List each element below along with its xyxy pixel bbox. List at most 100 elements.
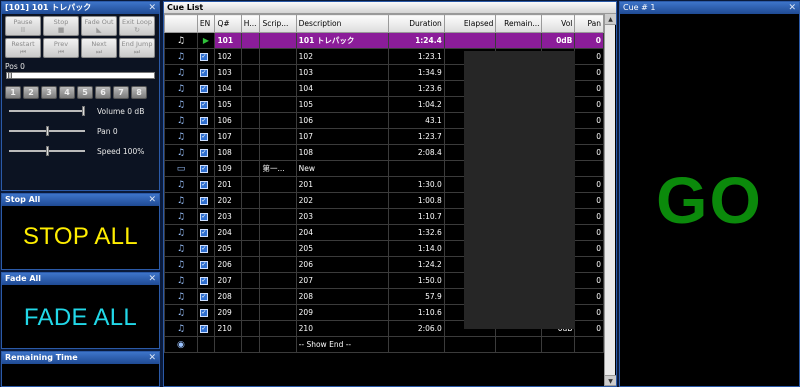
position-slider[interactable] xyxy=(6,72,155,79)
enabled-checkbox[interactable]: ✓ xyxy=(199,117,208,125)
pan-cell: 0 xyxy=(574,48,604,65)
enabled-cell: ✓ xyxy=(196,128,216,145)
script-cell xyxy=(259,32,297,49)
hotkey-button-3[interactable]: 3 xyxy=(41,86,57,99)
transport-button-restart[interactable]: Restart ⏮ xyxy=(5,38,41,58)
cue-list-title: Cue List xyxy=(164,2,616,14)
enabled-checkbox[interactable]: ✓ xyxy=(199,101,208,109)
transport-button-fade-out[interactable]: Fade Out ◣ xyxy=(81,16,117,36)
table-row[interactable]: ♫ ▶ 101 101 トレパック 1:24.4 0dB 0 xyxy=(164,32,604,49)
go-button[interactable]: GO xyxy=(620,162,799,238)
enabled-checkbox[interactable]: ✓ xyxy=(199,213,208,221)
close-icon[interactable]: ✕ xyxy=(788,2,796,14)
enabled-checkbox[interactable]: ✓ xyxy=(199,133,208,141)
hotkey-button-8[interactable]: 8 xyxy=(131,86,147,99)
cue-number: 108 xyxy=(214,144,242,161)
hotkey-button-5[interactable]: 5 xyxy=(77,86,93,99)
music-icon: ♫ xyxy=(164,256,198,273)
transport-button-exit-loop[interactable]: Exit Loop ↻ xyxy=(119,16,155,36)
description-cell: 105 xyxy=(295,96,389,113)
column-header-duration[interactable]: Duration xyxy=(387,14,445,33)
pan-cell: 0 xyxy=(574,272,604,289)
enabled-checkbox[interactable]: ✓ xyxy=(199,85,208,93)
play-icon: ▶ xyxy=(202,36,210,46)
description-cell: 206 xyxy=(295,256,389,273)
go-panel-title-text: Cue # 1 xyxy=(623,3,656,12)
transport-button-pause[interactable]: Pause II xyxy=(5,16,41,36)
close-icon[interactable]: ✕ xyxy=(148,273,156,285)
enabled-checkbox[interactable]: ✓ xyxy=(199,325,208,333)
hotkey-button-7[interactable]: 7 xyxy=(113,86,129,99)
remaining-cell xyxy=(495,32,543,49)
column-header-en[interactable]: EN xyxy=(196,14,216,33)
transport-button-end-jump[interactable]: End Jump ⏭ xyxy=(119,38,155,58)
description-cell: 106 xyxy=(295,112,389,129)
enabled-checkbox[interactable]: ✓ xyxy=(199,245,208,253)
scroll-up-icon[interactable]: ▲ xyxy=(605,14,616,25)
hotkey-button-1[interactable]: 1 xyxy=(5,86,21,99)
music-icon: ♫ xyxy=(164,224,198,241)
enabled-cell: ✓ xyxy=(196,96,216,113)
description-cell: 202 xyxy=(295,192,389,209)
enabled-checkbox[interactable]: ✓ xyxy=(199,53,208,61)
enabled-checkbox[interactable]: ✓ xyxy=(199,309,208,317)
description-cell: 207 xyxy=(295,272,389,289)
cue-number: 106 xyxy=(214,112,242,129)
enabled-checkbox[interactable]: ✓ xyxy=(199,181,208,189)
pan-knob[interactable] xyxy=(45,126,49,136)
transport-button-next[interactable]: Next ⏭ xyxy=(81,38,117,58)
music-icon: ♫ xyxy=(164,96,198,113)
cue-number: 104 xyxy=(214,80,242,97)
transport-button-stop[interactable]: Stop ■ xyxy=(43,16,79,36)
fade-all-button[interactable]: FADE ALL xyxy=(2,285,159,332)
close-icon[interactable]: ✕ xyxy=(148,194,156,206)
transport-label: Pause xyxy=(13,18,33,26)
column-header-h[interactable]: H... xyxy=(240,14,261,33)
volume-knob[interactable] xyxy=(82,106,85,116)
duration-cell: 2:06.0 xyxy=(387,320,445,337)
hotkey-button-4[interactable]: 4 xyxy=(59,86,75,99)
enabled-checkbox[interactable]: ✓ xyxy=(199,69,208,77)
column-header-remain[interactable]: Remain... xyxy=(495,14,543,33)
enabled-checkbox[interactable]: ✓ xyxy=(199,165,208,173)
column-header-description[interactable]: Description xyxy=(295,14,389,33)
speed-slider[interactable] xyxy=(9,146,85,156)
duration-cell: 1:32.6 xyxy=(387,224,445,241)
type-column-header[interactable] xyxy=(164,14,198,33)
script-cell xyxy=(259,208,297,225)
enabled-checkbox[interactable]: ✓ xyxy=(199,277,208,285)
pan-slider[interactable] xyxy=(9,126,85,136)
enabled-checkbox[interactable]: ✓ xyxy=(199,149,208,157)
speed-knob[interactable] xyxy=(45,146,49,156)
volume-slider[interactable] xyxy=(9,106,85,116)
hotkey-button-6[interactable]: 6 xyxy=(95,86,111,99)
show-end-row[interactable]: ◉ -- Show End -- xyxy=(164,336,604,353)
show-end-icon: ◉ xyxy=(164,336,198,353)
close-icon[interactable]: ✕ xyxy=(148,2,156,14)
hotkey-cell xyxy=(240,320,261,337)
vertical-scrollbar[interactable]: ▲ ▼ xyxy=(604,14,616,386)
music-icon: ♫ xyxy=(164,176,198,193)
enabled-checkbox[interactable]: ✓ xyxy=(199,293,208,301)
cue-number: 206 xyxy=(214,256,242,273)
position-thumb[interactable] xyxy=(8,72,12,79)
enabled-checkbox[interactable]: ✓ xyxy=(199,229,208,237)
column-header-vol[interactable]: Vol xyxy=(541,14,576,33)
close-icon[interactable]: ✕ xyxy=(148,352,156,364)
transport-icon: ⏭ xyxy=(95,48,103,56)
transport-label: Restart xyxy=(11,40,35,48)
stop-all-button[interactable]: STOP ALL xyxy=(2,206,159,251)
column-header-q#[interactable]: Q# xyxy=(214,14,242,33)
hotkey-cell xyxy=(240,272,261,289)
transport-button-prev[interactable]: Prev ⏮ xyxy=(43,38,79,58)
enabled-checkbox[interactable]: ✓ xyxy=(199,197,208,205)
description-cell: 108 xyxy=(295,144,389,161)
hotkey-button-2[interactable]: 2 xyxy=(23,86,39,99)
column-header-pan[interactable]: Pan xyxy=(574,14,604,33)
column-header-elapsed[interactable]: Elapsed xyxy=(443,14,497,33)
description-cell: New xyxy=(295,160,389,177)
duration-cell xyxy=(387,160,445,177)
enabled-checkbox[interactable]: ✓ xyxy=(199,261,208,269)
scroll-down-icon[interactable]: ▼ xyxy=(605,375,616,386)
column-header-scrip[interactable]: Scrip... xyxy=(259,14,297,33)
